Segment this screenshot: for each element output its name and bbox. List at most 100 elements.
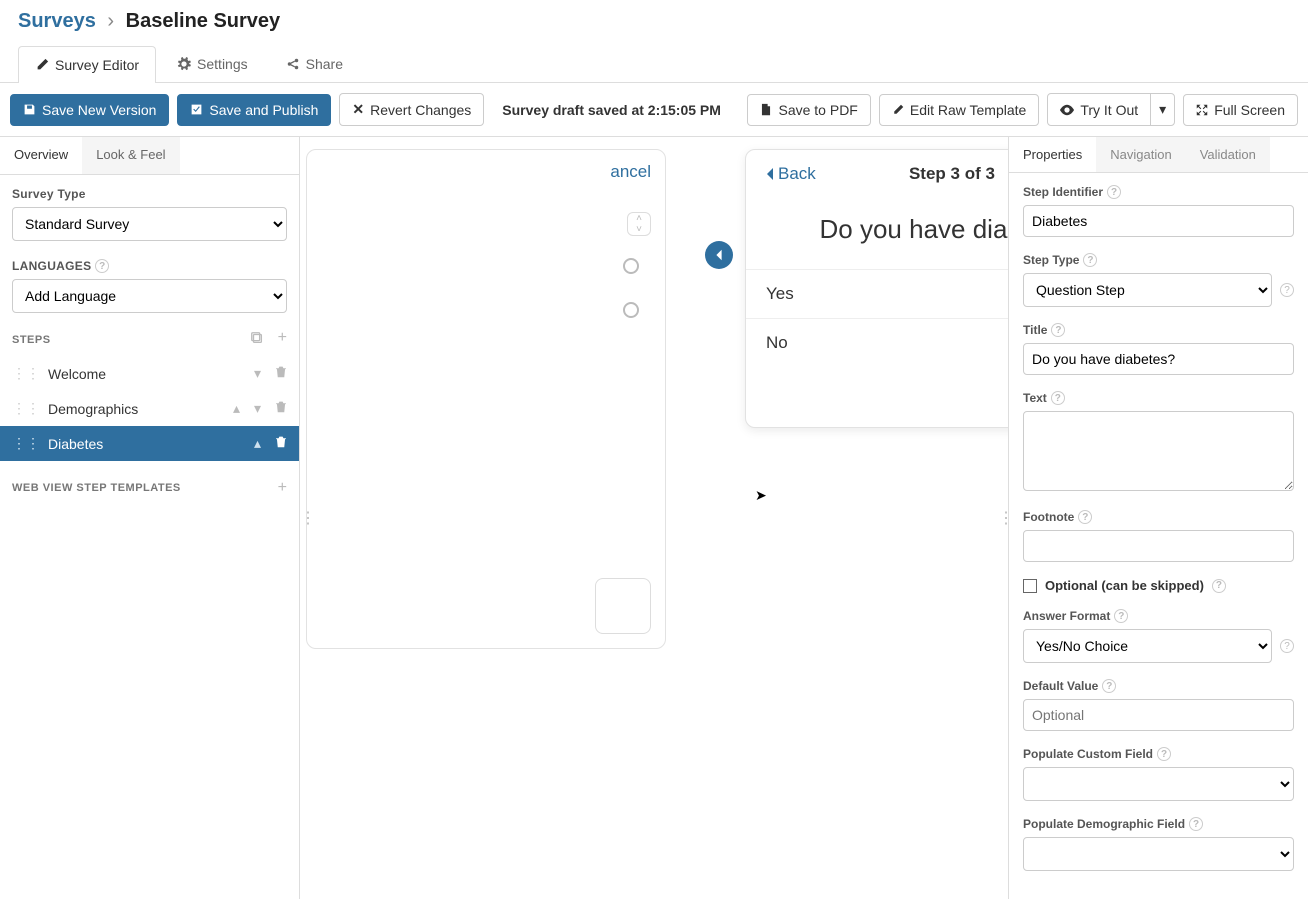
step-item-welcome[interactable]: ⋮⋮ Welcome ▾ bbox=[0, 356, 299, 391]
caret-up-icon[interactable]: ▴ bbox=[233, 400, 240, 417]
edit-raw-template-button[interactable]: Edit Raw Template bbox=[879, 94, 1039, 126]
web-view-templates-label: WEB VIEW STEP TEMPLATES bbox=[12, 482, 181, 494]
question-title: Do you have diabetes? bbox=[746, 198, 1008, 269]
add-template-icon[interactable]: + bbox=[278, 479, 287, 497]
help-icon[interactable]: ? bbox=[1102, 679, 1116, 693]
help-icon[interactable]: ? bbox=[1051, 391, 1065, 405]
try-it-out-dropdown[interactable]: ▾ bbox=[1150, 93, 1175, 126]
step-counter: Step 3 of 3 bbox=[909, 164, 995, 184]
button-label: Revert Changes bbox=[370, 102, 471, 118]
help-icon[interactable]: ? bbox=[1212, 579, 1226, 593]
trash-icon[interactable] bbox=[275, 365, 287, 382]
text-input[interactable] bbox=[1023, 411, 1294, 491]
choice-label: Yes bbox=[766, 284, 794, 304]
help-icon[interactable]: ? bbox=[1189, 817, 1203, 831]
left-panel: Overview Look & Feel Survey Type Standar… bbox=[0, 137, 300, 899]
save-and-publish-button[interactable]: Save and Publish bbox=[177, 94, 331, 126]
caret-down-icon[interactable]: ▾ bbox=[254, 400, 261, 417]
check-square-icon bbox=[190, 103, 203, 116]
full-screen-button[interactable]: Full Screen bbox=[1183, 94, 1298, 126]
step-identifier-input[interactable] bbox=[1023, 205, 1294, 237]
placeholder-box bbox=[595, 578, 651, 634]
chevron-right-icon: › bbox=[101, 10, 120, 32]
try-it-out-group: Try It Out ▾ bbox=[1047, 93, 1175, 126]
panel-resize-handle-left[interactable]: ⋮ bbox=[300, 508, 310, 528]
footnote-label: Footnote bbox=[1023, 510, 1074, 524]
help-icon[interactable]: ? bbox=[1114, 609, 1128, 623]
breadcrumb-surveys-link[interactable]: Surveys bbox=[18, 10, 96, 32]
help-icon[interactable]: ? bbox=[1280, 639, 1294, 653]
populate-custom-field-label: Populate Custom Field bbox=[1023, 747, 1153, 761]
help-icon[interactable]: ? bbox=[1280, 283, 1294, 297]
text-label: Text bbox=[1023, 391, 1047, 405]
chevron-up-icon[interactable]: ˄ bbox=[628, 213, 650, 224]
radio-icon bbox=[623, 302, 639, 318]
title-input[interactable] bbox=[1023, 343, 1294, 375]
file-icon bbox=[760, 103, 772, 116]
step-identifier-label: Step Identifier bbox=[1023, 185, 1103, 199]
canvas: ancel ˄ ˅ Back Step 3 of 3 Cancel bbox=[300, 137, 1008, 899]
eye-icon bbox=[1060, 104, 1074, 116]
cancel-link-partial: ancel bbox=[610, 162, 651, 182]
tab-share[interactable]: Share bbox=[269, 45, 360, 82]
populate-demographic-field-select[interactable] bbox=[1023, 837, 1294, 871]
help-icon[interactable]: ? bbox=[1083, 253, 1097, 267]
drag-handle-icon[interactable]: ⋮⋮ bbox=[12, 400, 40, 417]
step-type-select[interactable]: Question Step bbox=[1023, 273, 1272, 307]
tab-navigation[interactable]: Navigation bbox=[1096, 137, 1185, 172]
survey-type-label: Survey Type bbox=[12, 187, 287, 201]
revert-changes-button[interactable]: ✕ Revert Changes bbox=[339, 93, 484, 126]
drag-handle-icon[interactable]: ⋮⋮ bbox=[12, 365, 40, 382]
radio-icon bbox=[623, 258, 639, 274]
help-icon[interactable]: ? bbox=[95, 259, 109, 273]
trash-icon[interactable] bbox=[275, 400, 287, 417]
save-to-pdf-button[interactable]: Save to PDF bbox=[747, 94, 870, 126]
top-tabs: Survey Editor Settings Share bbox=[0, 45, 1308, 83]
step-item-diabetes[interactable]: ⋮⋮ Diabetes ▴ bbox=[0, 426, 299, 461]
answer-format-select[interactable]: Yes/No Choice bbox=[1023, 629, 1272, 663]
tab-look-and-feel[interactable]: Look & Feel bbox=[82, 137, 179, 174]
tab-survey-editor[interactable]: Survey Editor bbox=[18, 46, 156, 83]
step-item-demographics[interactable]: ⋮⋮ Demographics ▴ ▾ bbox=[0, 391, 299, 426]
steps-section-label: STEPS bbox=[12, 334, 51, 346]
expand-icon bbox=[1196, 104, 1208, 116]
chevron-down-icon[interactable]: ˅ bbox=[628, 224, 650, 235]
right-tabs: Properties Navigation Validation bbox=[1009, 137, 1308, 173]
tab-overview[interactable]: Overview bbox=[0, 137, 82, 174]
tab-label: Settings bbox=[197, 56, 248, 72]
help-icon[interactable]: ? bbox=[1157, 747, 1171, 761]
optional-label: Optional (can be skipped) bbox=[1045, 578, 1204, 593]
help-icon[interactable]: ? bbox=[1107, 185, 1121, 199]
add-language-select[interactable]: Add Language bbox=[12, 279, 287, 313]
default-value-input[interactable] bbox=[1023, 699, 1294, 731]
gear-icon bbox=[177, 57, 191, 71]
caret-down-icon[interactable]: ▾ bbox=[254, 365, 261, 382]
optional-checkbox[interactable] bbox=[1023, 579, 1037, 593]
help-icon[interactable]: ? bbox=[1078, 510, 1092, 524]
footnote-input[interactable] bbox=[1023, 530, 1294, 562]
trash-icon[interactable] bbox=[275, 435, 287, 452]
stepper-control[interactable]: ˄ ˅ bbox=[627, 212, 651, 236]
help-icon[interactable]: ? bbox=[1051, 323, 1065, 337]
tab-properties[interactable]: Properties bbox=[1009, 137, 1096, 172]
tab-label: Share bbox=[306, 56, 343, 72]
choice-yes[interactable]: Yes bbox=[746, 269, 1008, 318]
share-icon bbox=[286, 57, 300, 71]
add-step-icon[interactable]: + bbox=[278, 331, 287, 348]
caret-up-icon[interactable]: ▴ bbox=[254, 435, 261, 452]
preview-card-previous: ancel ˄ ˅ bbox=[306, 149, 666, 649]
choice-no[interactable]: No bbox=[746, 318, 1008, 367]
tab-validation[interactable]: Validation bbox=[1186, 137, 1270, 172]
populate-custom-field-select[interactable] bbox=[1023, 767, 1294, 801]
save-new-version-button[interactable]: Save New Version bbox=[10, 94, 169, 126]
drag-handle-icon[interactable]: ⋮⋮ bbox=[12, 435, 40, 452]
prev-option-row bbox=[307, 288, 665, 332]
try-it-out-button[interactable]: Try It Out bbox=[1047, 93, 1151, 126]
back-link[interactable]: Back bbox=[764, 164, 816, 184]
panel-resize-handle-right[interactable]: ⋮ bbox=[998, 508, 1008, 528]
survey-type-select[interactable]: Standard Survey bbox=[12, 207, 287, 241]
copy-icon[interactable] bbox=[250, 331, 264, 348]
tab-label: Survey Editor bbox=[55, 57, 139, 73]
tab-settings[interactable]: Settings bbox=[160, 45, 265, 82]
nav-prev-arrow[interactable] bbox=[705, 241, 733, 269]
